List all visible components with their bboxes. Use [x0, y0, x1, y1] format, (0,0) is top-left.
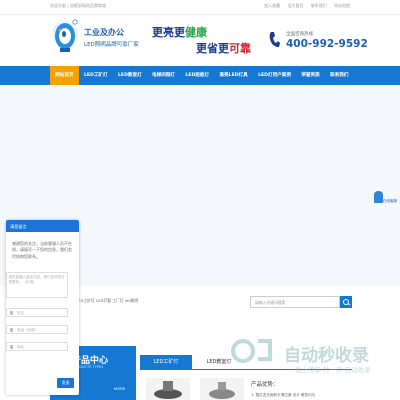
- welcome-text: 欢迎光临 | 加载采购网品牌商城: [50, 3, 106, 8]
- chat-title: 请您留言: [10, 223, 27, 229]
- service-avatar-icon: [374, 191, 383, 203]
- product-features-title: 产品优势：: [251, 382, 279, 388]
- top-link-contact[interactable]: 联系我们: [311, 3, 327, 8]
- online-service-label: 在线客服: [383, 199, 397, 203]
- top-link-sitemap[interactable]: 网站地图: [334, 3, 350, 8]
- phone-field[interactable]: 电话（必填）: [6, 325, 68, 334]
- hotline-label: 全国咨询热线: [286, 32, 313, 37]
- slogan-line-1: 更亮更健康: [152, 26, 207, 39]
- product-image[interactable]: [200, 378, 244, 400]
- nav-items: 网站首页 LED工矿灯 LED教室灯 电梯间照灯 LED面板灯 高亮LED灯具 LED灯用户…: [50, 66, 354, 85]
- brand-subtitle: LED照明品牌可靠厂家: [84, 42, 139, 48]
- search-button[interactable]: [340, 296, 352, 308]
- watermark-logo-icon: [231, 339, 272, 363]
- brand-name: 工业及办公: [84, 28, 124, 37]
- nav-item-5[interactable]: 高亮LED灯具: [214, 66, 253, 85]
- chat-offline-message: 感谢您的关注，当前客服人员不在线，请填写一下您的信息，我们会尽快和您联系。: [12, 241, 72, 259]
- send-button[interactable]: 发送: [57, 378, 74, 388]
- top-links: 加入收藏 设为首页 联系我们 网站地图: [258, 3, 350, 9]
- name-field[interactable]: 姓名: [6, 308, 68, 317]
- tab-led-mining-lamp[interactable]: LED工矿灯: [140, 355, 192, 369]
- main-nav: 网站首页 LED工矿灯 LED教室灯 电梯间照灯 LED面板灯 高亮LED灯具 LED灯用户…: [0, 66, 400, 85]
- brand-logo[interactable]: [50, 16, 80, 56]
- top-bar: 欢迎光临 | 加载采购网品牌商城 加入收藏 设为首页 联系我们 网站地图: [0, 0, 400, 15]
- nav-item-0[interactable]: 网站首页: [50, 66, 79, 85]
- more-link[interactable]: MORE: [114, 386, 125, 391]
- chat-header: 请您留言: [6, 220, 79, 232]
- nav-item-2[interactable]: LED教室灯: [113, 66, 147, 85]
- message-textarea[interactable]: 请在此输入留言内容，我们会尽快与您联系。（必填）: [6, 272, 68, 298]
- phone-small-icon: [9, 328, 13, 332]
- nav-item-8[interactable]: 联系我们: [325, 66, 354, 85]
- nav-item-4[interactable]: LED面板灯: [180, 66, 214, 85]
- user-icon: [9, 311, 13, 315]
- product-feature-1: 1. 整灯发光面积平滑过渡 设计 散热均匀: [251, 393, 316, 397]
- online-service-float[interactable]: 在线客服: [370, 191, 400, 209]
- address-field[interactable]: 地址: [6, 342, 68, 351]
- nav-item-3[interactable]: 电梯间照灯: [147, 66, 180, 85]
- hot-keywords[interactable]: LED工矿灯 LED灯管 工厂灯 led照明: [76, 298, 138, 304]
- hotline-number[interactable]: 400-992-9592: [286, 38, 368, 50]
- watermark-text: 自动秒收录: [284, 346, 369, 366]
- nav-item-6[interactable]: LED灯用户案例: [253, 66, 296, 85]
- slogan-line-2: 更省更可靠: [196, 42, 251, 55]
- search-input[interactable]: 请输入关键词搜索: [250, 296, 340, 308]
- nav-item-1[interactable]: LED工矿灯: [79, 66, 113, 85]
- top-link-homepage[interactable]: 设为首页: [287, 3, 303, 8]
- top-link-favorite[interactable]: 加入收藏: [264, 3, 280, 8]
- nav-item-7[interactable]: 荣誉资质: [296, 66, 325, 85]
- product-image[interactable]: [146, 378, 190, 400]
- phone-icon: [269, 32, 280, 47]
- watermark-subtext: 做上榜单 秒一次 自动收录: [295, 366, 371, 374]
- location-icon: [9, 345, 13, 349]
